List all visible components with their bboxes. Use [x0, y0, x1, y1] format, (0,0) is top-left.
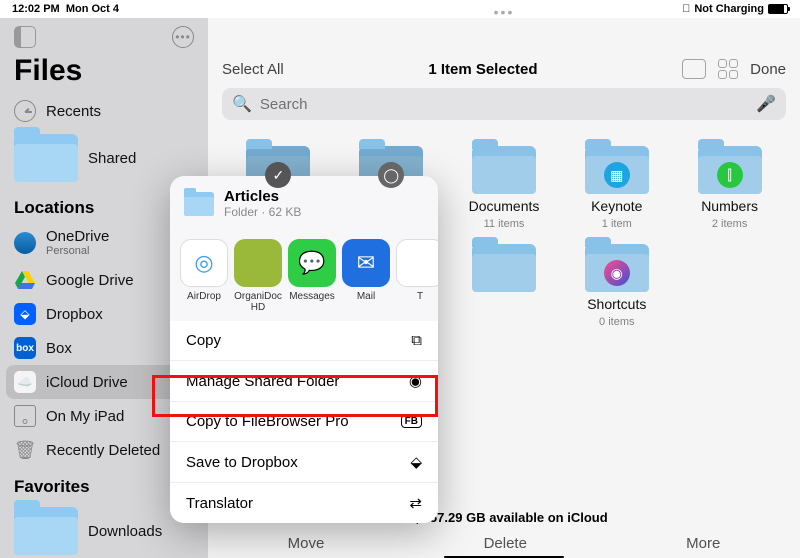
downloads-icon: 📁	[14, 507, 78, 555]
action-label: Translator	[186, 495, 253, 512]
sidebar-item-label: OneDrive	[46, 228, 109, 245]
content-area: ••• Select All 1 Item Selected Done 🔍 🎤 …	[208, 18, 800, 558]
sidebar-item-label: Recents	[46, 103, 101, 120]
copy-icon: ⧉	[411, 332, 422, 349]
folder-icon	[184, 192, 214, 216]
wifi-icon: 􀙇	[682, 3, 690, 15]
share-more[interactable]: T	[396, 239, 438, 313]
status-date: Mon Oct 4	[66, 3, 119, 15]
translate-icon: ⇄	[409, 494, 422, 512]
dropbox-icon: ⬙	[14, 303, 36, 325]
share-app-label: Messages	[289, 291, 335, 302]
battery-icon	[768, 4, 788, 14]
popover-subtitle: Folder · 62 KB	[224, 205, 301, 219]
share-messages[interactable]: 💬Messages	[288, 239, 336, 313]
action-label: Save to Dropbox	[186, 454, 298, 471]
share-app-label: Mail	[357, 291, 375, 302]
sidebar-item-label: Shared	[88, 150, 136, 167]
sidebar-item-label: Box	[46, 340, 72, 357]
ipad-icon	[14, 405, 36, 427]
onedrive-icon	[14, 232, 36, 254]
share-popover: Articles Folder · 62 KB ◎AirDrop OrganiD…	[170, 176, 438, 523]
share-app-label: T	[417, 291, 423, 302]
sidebar-item-label: Google Drive	[46, 272, 134, 289]
popover-title: Articles	[224, 188, 301, 205]
action-save-dropbox[interactable]: Save to Dropbox ⬙	[170, 442, 438, 483]
sidebar-item-label: Dropbox	[46, 306, 103, 323]
share-mail[interactable]: ✉Mail	[342, 239, 390, 313]
shared-folder-icon: 📁	[14, 134, 78, 182]
sidebar-item-label: Downloads	[88, 523, 162, 540]
share-organidoc[interactable]: OrganiDoc HD	[234, 239, 282, 313]
icloud-icon: ☁️	[14, 371, 36, 393]
sidebar-item-label: Recently Deleted	[46, 442, 160, 459]
box-icon: box	[14, 337, 36, 359]
sidebar-item-recents[interactable]: Recents	[0, 94, 208, 128]
action-copy-filebrowser[interactable]: Copy to FileBrowser Pro FB	[170, 402, 438, 442]
trash-icon: 🗑	[14, 439, 36, 461]
share-app-label: AirDrop	[187, 291, 221, 302]
shared-icon: ◉	[409, 372, 422, 390]
action-copy[interactable]: Copy ⧉	[170, 321, 438, 361]
fb-icon: FB	[401, 415, 422, 428]
status-time: 12:02 PM	[12, 3, 60, 15]
action-label: Copy	[186, 332, 221, 349]
dropbox-icon: ⬙	[410, 453, 422, 471]
action-label: Copy to FileBrowser Pro	[186, 413, 349, 430]
sidebar-item-sub: Personal	[46, 245, 109, 257]
share-app-label: OrganiDoc HD	[234, 291, 282, 313]
action-manage-shared[interactable]: Manage Shared Folder ◉	[170, 361, 438, 402]
sidebar-item-label: On My iPad	[46, 408, 124, 425]
action-label: Manage Shared Folder	[186, 373, 339, 390]
sidebar-title: Files	[0, 52, 208, 94]
sidebar-item-label: iCloud Drive	[46, 374, 128, 391]
gdrive-icon	[14, 269, 36, 291]
charging-status: Not Charging	[694, 3, 764, 15]
sidebar-toggle-icon[interactable]	[14, 26, 36, 48]
more-icon[interactable]: •••	[172, 26, 194, 48]
action-translator[interactable]: Translator ⇄	[170, 483, 438, 523]
clock-icon	[14, 100, 36, 122]
share-airdrop[interactable]: ◎AirDrop	[180, 239, 228, 313]
